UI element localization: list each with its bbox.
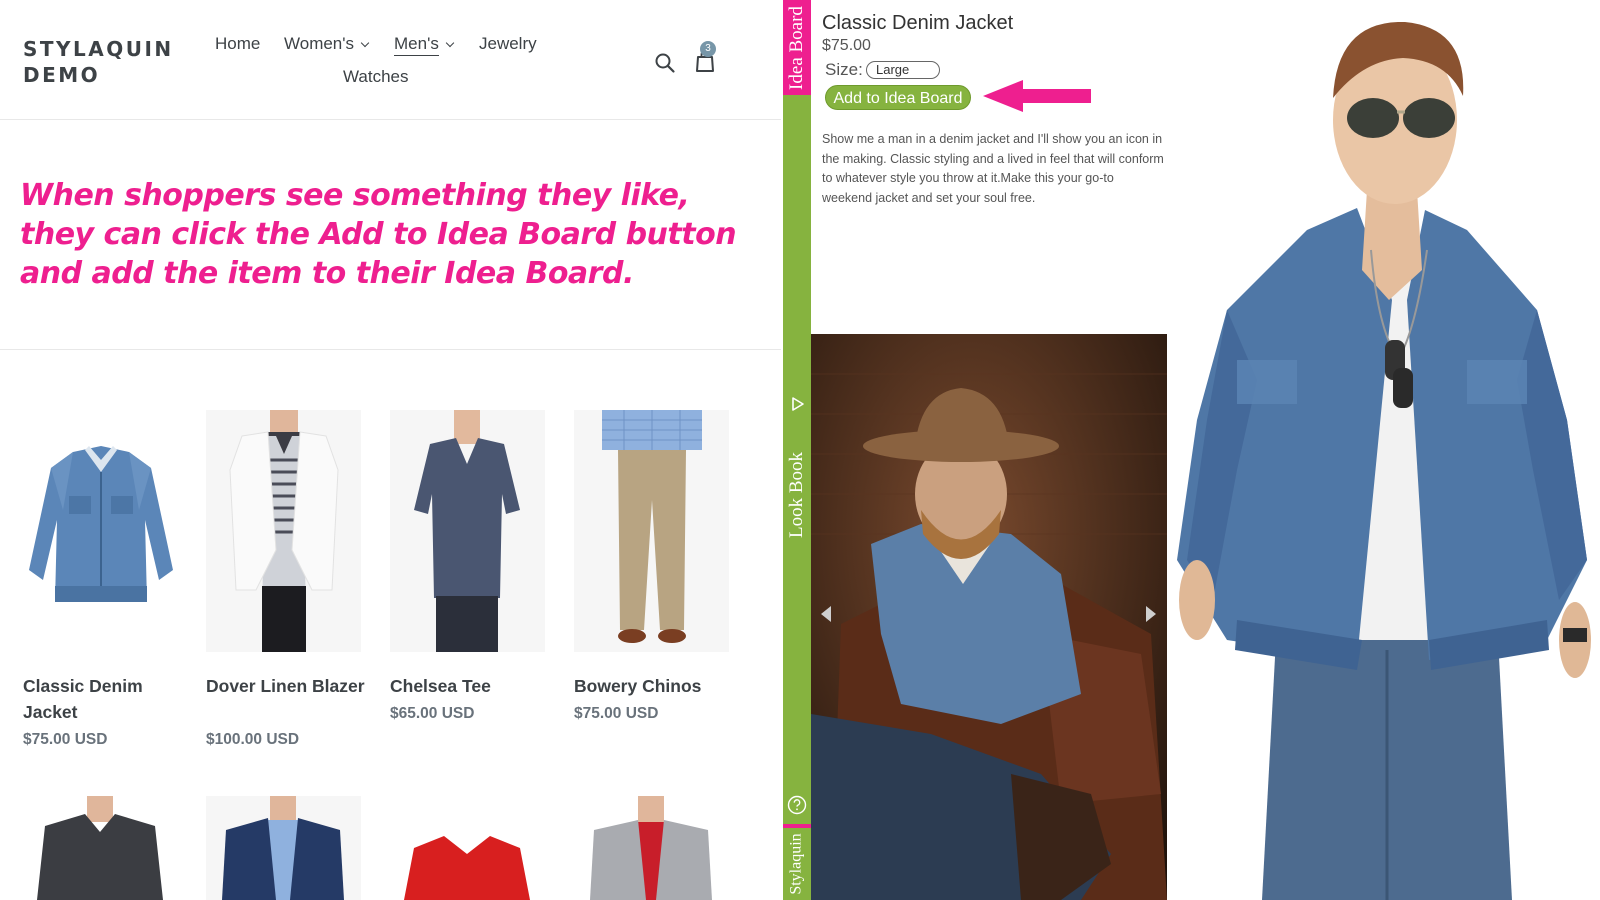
nav-jewelry[interactable]: Jewelry xyxy=(479,34,537,54)
look-book-tab[interactable]: Look Book xyxy=(783,440,811,550)
look-book-label: Look Book xyxy=(786,451,807,539)
section-divider xyxy=(0,349,781,350)
site-logo[interactable]: STYLAQUIN DEMO xyxy=(23,36,174,88)
product-image[interactable] xyxy=(23,410,178,652)
idea-board-tab-label[interactable]: Idea Board xyxy=(783,0,811,95)
nav-home[interactable]: Home xyxy=(215,34,260,54)
cart-count-badge: 3 xyxy=(700,41,716,57)
product-name[interactable]: Bowery Chinos xyxy=(574,673,734,699)
nav-jewelry-label: Jewelry xyxy=(479,34,537,53)
brand-tab[interactable]: Stylaquin xyxy=(783,828,811,900)
model-image xyxy=(1167,0,1600,900)
store-pane: STYLAQUIN DEMO Home Women's Men's Jewelr… xyxy=(0,0,781,900)
nav-mens[interactable]: Men's xyxy=(394,34,455,56)
product-image[interactable] xyxy=(574,410,729,652)
nav-womens-label: Women's xyxy=(284,34,355,53)
nav-home-label: Home xyxy=(215,34,261,53)
nav-womens[interactable]: Women's xyxy=(284,34,370,54)
product-image[interactable] xyxy=(390,796,545,900)
nav-mens-label: Men's xyxy=(394,34,439,56)
promo-annotation: When shoppers see something they like, t… xyxy=(20,178,737,291)
chevron-down-icon xyxy=(445,38,455,48)
idea-board-sidebar: Idea Board Look Book Stylaquin xyxy=(783,0,811,900)
nav-watches-label: Watches xyxy=(343,67,409,86)
chevron-down-icon xyxy=(360,38,370,48)
product-price: $75.00 USD xyxy=(574,705,659,722)
product-price: $65.00 USD xyxy=(390,705,475,722)
product-image[interactable] xyxy=(206,410,361,652)
product-image[interactable] xyxy=(206,796,361,900)
pointer-arrow-icon xyxy=(981,78,1093,119)
logo-line-2: DEMO xyxy=(23,63,101,87)
look-book-image[interactable] xyxy=(811,334,1167,900)
board-product-title: Classic Denim Jacket xyxy=(822,12,1014,34)
chevron-right-icon[interactable] xyxy=(1146,606,1156,622)
play-icon[interactable] xyxy=(790,396,806,417)
chevron-left-icon[interactable] xyxy=(821,606,831,622)
idea-board-label: Idea Board xyxy=(786,5,808,90)
product-name[interactable]: Chelsea Tee xyxy=(390,673,550,699)
size-select[interactable]: Large xyxy=(866,61,940,79)
brand-label: Stylaquin xyxy=(788,833,805,895)
board-product-price: $75.00 xyxy=(822,37,871,54)
logo-line-1: STYLAQUIN xyxy=(23,37,174,61)
product-name[interactable]: Classic Denim Jacket xyxy=(23,673,183,725)
product-price: $100.00 USD xyxy=(206,731,300,748)
size-label: Size: xyxy=(825,60,863,79)
nav-watches[interactable]: Watches xyxy=(343,67,409,87)
product-image[interactable] xyxy=(574,796,729,900)
search-icon[interactable] xyxy=(654,52,676,79)
idea-board-panel: Classic Denim Jacket $75.00 Size: Large … xyxy=(811,0,1600,900)
product-price: $75.00 USD xyxy=(23,731,108,748)
site-header: STYLAQUIN DEMO Home Women's Men's Jewelr… xyxy=(0,0,781,120)
product-name[interactable]: Dover Linen Blazer xyxy=(206,673,366,699)
add-to-idea-board-button[interactable]: Add to Idea Board xyxy=(825,85,971,110)
product-image[interactable] xyxy=(390,410,545,652)
help-icon[interactable] xyxy=(787,795,807,820)
board-product-description: Show me a man in a denim jacket and I'll… xyxy=(822,132,1164,205)
product-image[interactable] xyxy=(23,796,178,900)
